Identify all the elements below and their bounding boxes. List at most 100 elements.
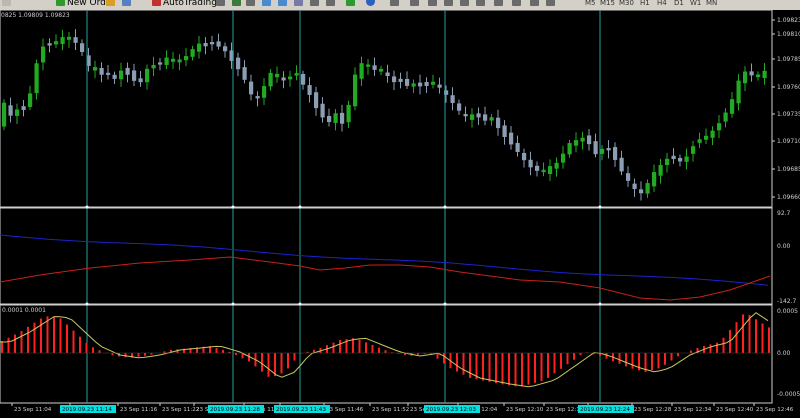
candle-body bbox=[509, 132, 514, 145]
vline-anchor[interactable] bbox=[85, 302, 89, 306]
arrow-icon bbox=[546, 0, 555, 6]
candle-body bbox=[593, 141, 598, 155]
timeframe-m30[interactable]: M30 bbox=[619, 0, 634, 9]
text-icon bbox=[530, 0, 539, 6]
price-axis-label: 1.09785 bbox=[777, 56, 800, 63]
candle-body bbox=[28, 93, 33, 107]
candle-body bbox=[535, 165, 540, 171]
vline-anchor[interactable] bbox=[231, 302, 235, 306]
timeframe-w1[interactable]: W1 bbox=[690, 0, 701, 9]
line-chart-button[interactable] bbox=[246, 0, 257, 9]
vline-anchor[interactable] bbox=[298, 302, 302, 306]
chart-window[interactable]: 1.09823 1.09810 1.09785 1.09760 1.09735 1.097… bbox=[0, 10, 800, 418]
indicator2-axis-label: 0.0005 bbox=[777, 308, 798, 315]
scroll-button[interactable] bbox=[310, 0, 321, 9]
navigator-button[interactable] bbox=[122, 0, 133, 9]
periods-button[interactable] bbox=[366, 0, 377, 9]
candle-body bbox=[548, 166, 553, 174]
vline-anchor[interactable] bbox=[85, 205, 89, 209]
candle-body bbox=[704, 135, 709, 140]
text-button[interactable] bbox=[512, 0, 523, 9]
candle-body bbox=[749, 71, 754, 76]
fibo-button[interactable] bbox=[494, 0, 505, 9]
indicator1-axis-label: 0.00 bbox=[777, 243, 791, 250]
vline-button[interactable] bbox=[444, 0, 455, 9]
candle-body bbox=[730, 99, 735, 114]
candle-body bbox=[2, 102, 7, 127]
channel-button[interactable] bbox=[476, 0, 487, 9]
time-highlight-label: 2019.09.23 11:43 bbox=[276, 407, 326, 413]
hline-button[interactable] bbox=[428, 0, 439, 9]
candle-body bbox=[249, 81, 254, 95]
timeframe-m5[interactable]: M5 bbox=[585, 0, 596, 9]
candle-body bbox=[652, 172, 657, 187]
autotrading-button[interactable]: AutoTrading bbox=[152, 0, 217, 9]
candle-body bbox=[203, 43, 208, 47]
candle-body bbox=[756, 74, 761, 78]
candle-body bbox=[366, 64, 371, 67]
bar-chart-button[interactable] bbox=[216, 0, 227, 9]
crosshair-button[interactable] bbox=[410, 0, 421, 9]
arrow-button[interactable] bbox=[546, 0, 557, 9]
timeframe-h4[interactable]: H4 bbox=[657, 0, 667, 9]
candle-body bbox=[619, 157, 624, 172]
indicators-button[interactable] bbox=[346, 0, 357, 9]
candle-body bbox=[262, 86, 267, 98]
timeframe-d1[interactable]: D1 bbox=[674, 0, 684, 9]
indicator-panel-1[interactable] bbox=[0, 207, 773, 305]
candle-body bbox=[639, 189, 644, 194]
candle-body bbox=[522, 152, 527, 161]
candle-body bbox=[710, 130, 715, 138]
clock-icon bbox=[366, 0, 375, 6]
price-axis-label: 1.09810 bbox=[777, 31, 800, 38]
vline-anchor[interactable] bbox=[231, 205, 235, 209]
indicator2-label: 0.0001 0.0001 bbox=[2, 307, 46, 314]
indicator-panel-2[interactable] bbox=[0, 304, 773, 404]
zoom-out-button[interactable] bbox=[278, 0, 289, 9]
candle-body bbox=[210, 41, 215, 45]
candle-chart-button[interactable] bbox=[232, 0, 243, 9]
candle-body bbox=[333, 113, 338, 123]
candle-body bbox=[372, 65, 377, 70]
candle-body bbox=[489, 117, 494, 121]
candle-body bbox=[60, 37, 65, 45]
candle-body bbox=[21, 106, 26, 110]
tile-icon bbox=[294, 0, 303, 6]
candle-body bbox=[632, 183, 637, 190]
candle-body bbox=[437, 84, 442, 88]
vline-anchor[interactable] bbox=[598, 205, 602, 209]
time-axis-label: 23 Sep 11:04 bbox=[14, 407, 52, 413]
timeframe-m15[interactable]: M15 bbox=[600, 0, 615, 9]
candle-body bbox=[359, 63, 364, 79]
candle-body bbox=[424, 82, 429, 86]
candle-body bbox=[697, 139, 702, 143]
candle-body bbox=[34, 63, 39, 94]
tile-button[interactable] bbox=[294, 0, 305, 9]
vline-anchor[interactable] bbox=[443, 205, 447, 209]
zoom-in-button[interactable] bbox=[262, 0, 273, 9]
metaeditor-button[interactable] bbox=[106, 0, 117, 9]
candle-body bbox=[457, 103, 462, 111]
vline-anchor[interactable] bbox=[443, 302, 447, 306]
candle-body bbox=[515, 142, 520, 152]
toolbar-button-left[interactable] bbox=[2, 0, 13, 9]
label-button[interactable] bbox=[530, 0, 541, 9]
candle-body bbox=[197, 43, 202, 52]
trendline-button[interactable] bbox=[460, 0, 471, 9]
candle-body bbox=[275, 73, 280, 78]
timeframe-mn[interactable]: MN bbox=[706, 0, 717, 9]
time-axis-label: 23 Sep 12:34 bbox=[674, 407, 712, 413]
zoom-out-icon bbox=[278, 0, 287, 6]
candle-body bbox=[47, 43, 52, 46]
candle-body bbox=[190, 49, 195, 57]
shift-button[interactable] bbox=[326, 0, 337, 9]
vline-anchor[interactable] bbox=[598, 302, 602, 306]
candle-body bbox=[236, 57, 241, 70]
candle-body bbox=[678, 157, 683, 162]
vline-anchor[interactable] bbox=[298, 205, 302, 209]
timeframe-h1[interactable]: H1 bbox=[640, 0, 650, 9]
autotrading-icon bbox=[152, 0, 161, 6]
toolbar-icon bbox=[2, 0, 11, 6]
templates-button[interactable] bbox=[390, 0, 401, 9]
cursor-icon bbox=[410, 0, 419, 6]
